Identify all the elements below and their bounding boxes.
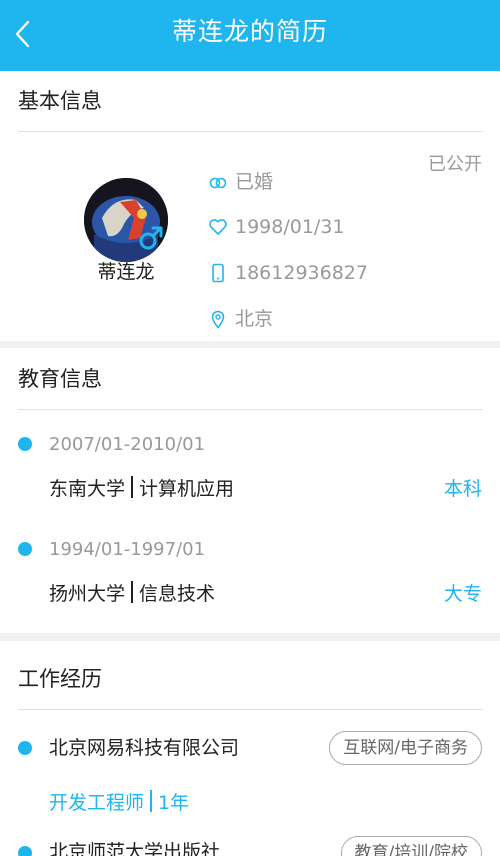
education-period: 1994/01-1997/01 — [49, 539, 206, 560]
school-name: 扬州大学 — [49, 583, 126, 605]
education-title: 教育信息 — [18, 367, 102, 391]
phone-number: 18612936827 — [235, 262, 368, 284]
basic-info-card: 基本信息 已公开 蒂连龙 已婚 1998/01/31 18612936827 北… — [0, 71, 500, 341]
education-card: 教育信息 2007/01-2010/01 东南大学 计算机应用 本科 1994/0… — [0, 348, 500, 633]
industry-tag: 教育/培训/院校 — [340, 836, 482, 856]
rings-icon — [208, 172, 228, 192]
app-header: 蒂连龙的简历 — [0, 0, 500, 71]
education-period: 2007/01-2010/01 — [49, 434, 206, 455]
divider — [18, 131, 483, 132]
divider — [18, 709, 483, 710]
company-name: 北京师范大学出版社 — [49, 841, 221, 856]
education-school-major: 东南大学 计算机应用 — [49, 475, 234, 503]
basic-info-title: 基本信息 — [18, 89, 102, 113]
job-title: 开发工程师 — [49, 792, 145, 814]
job-duration: 1年 — [158, 792, 190, 814]
male-icon — [138, 225, 164, 251]
candidate-name: 蒂连龙 — [97, 261, 155, 283]
industry-tag: 互联网/电子商务 — [329, 731, 482, 765]
company-name: 北京网易科技有限公司 — [49, 737, 240, 759]
location-pin-icon — [208, 309, 228, 329]
timeline-dot — [18, 846, 32, 856]
timeline-dot — [18, 542, 32, 556]
education-degree: 大专 — [443, 583, 482, 605]
birthday: 1998/01/31 — [235, 216, 345, 238]
heart-icon — [208, 217, 228, 237]
timeline-dot — [18, 741, 32, 755]
separator — [131, 476, 134, 498]
major: 计算机应用 — [139, 478, 235, 500]
major: 信息技术 — [139, 583, 216, 605]
school-name: 东南大学 — [49, 478, 126, 500]
education-degree: 本科 — [443, 478, 482, 500]
divider — [18, 409, 483, 410]
job-title-duration: 开发工程师 1年 — [49, 789, 189, 817]
separator — [131, 581, 134, 603]
separator — [150, 790, 153, 812]
timeline-dot — [18, 437, 32, 451]
work-experience-title: 工作经历 — [18, 667, 102, 691]
city: 北京 — [235, 308, 274, 330]
public-status[interactable]: 已公开 — [428, 150, 482, 176]
work-experience-card: 工作经历 北京网易科技有限公司 互联网/电子商务 开发工程师 1年 北京师范大学出… — [0, 641, 500, 856]
education-school-major: 扬州大学 信息技术 — [49, 580, 215, 608]
page-title: 蒂连龙的简历 — [171, 17, 328, 46]
phone-icon — [208, 263, 228, 283]
marital-status: 已婚 — [235, 171, 274, 193]
